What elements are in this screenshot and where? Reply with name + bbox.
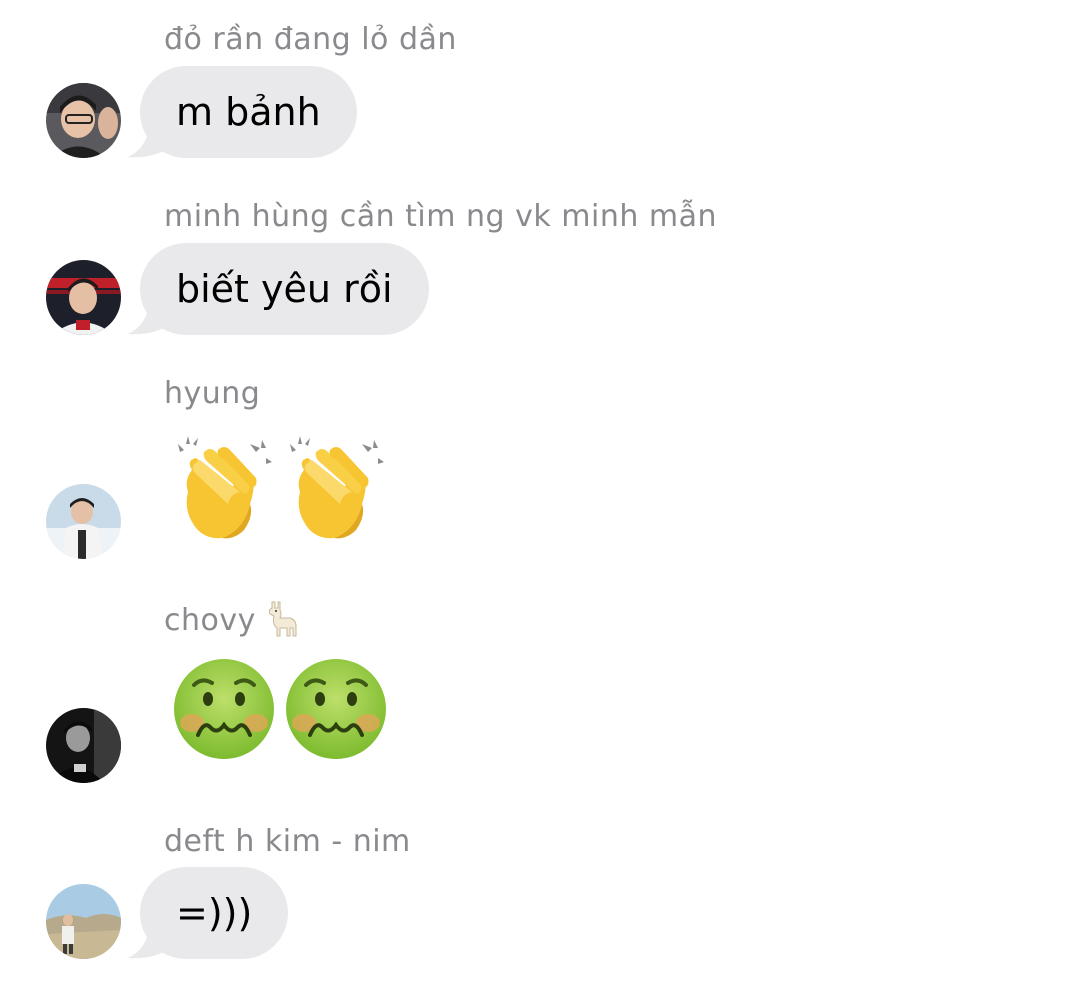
avatar[interactable]: [46, 884, 121, 959]
clapping-hands-emoji: [178, 436, 272, 539]
message-text: =))): [176, 891, 253, 935]
sender-name: minh hùng cần tìm ng vk minh mẫn: [164, 199, 718, 234]
message-bubble[interactable]: biết yêu rồi: [140, 243, 429, 335]
avatar[interactable]: [46, 83, 121, 158]
avatar[interactable]: [46, 260, 121, 335]
avatar[interactable]: [46, 484, 121, 559]
sender-name: deft h kim - nim: [164, 824, 411, 859]
emoji-message[interactable]: [170, 655, 390, 763]
message-bubble[interactable]: =))): [140, 867, 289, 959]
nauseated-face-emoji: [174, 659, 274, 759]
llama-icon: [268, 601, 297, 637]
avatar[interactable]: [46, 708, 121, 783]
message-text: biết yêu rồi: [176, 267, 393, 311]
message-bubble[interactable]: m bảnh: [140, 66, 357, 158]
clapping-hands-emoji: [290, 436, 384, 539]
message-text: m bảnh: [176, 90, 321, 134]
sender-name-text: chovy: [164, 603, 256, 638]
sender-name: chovy: [164, 600, 298, 638]
sender-name: đỏ rần đang lỏ dần: [164, 22, 457, 57]
nauseated-face-emoji: [286, 659, 386, 759]
emoji-message[interactable]: [170, 430, 390, 542]
sender-name: hyung: [164, 376, 261, 411]
